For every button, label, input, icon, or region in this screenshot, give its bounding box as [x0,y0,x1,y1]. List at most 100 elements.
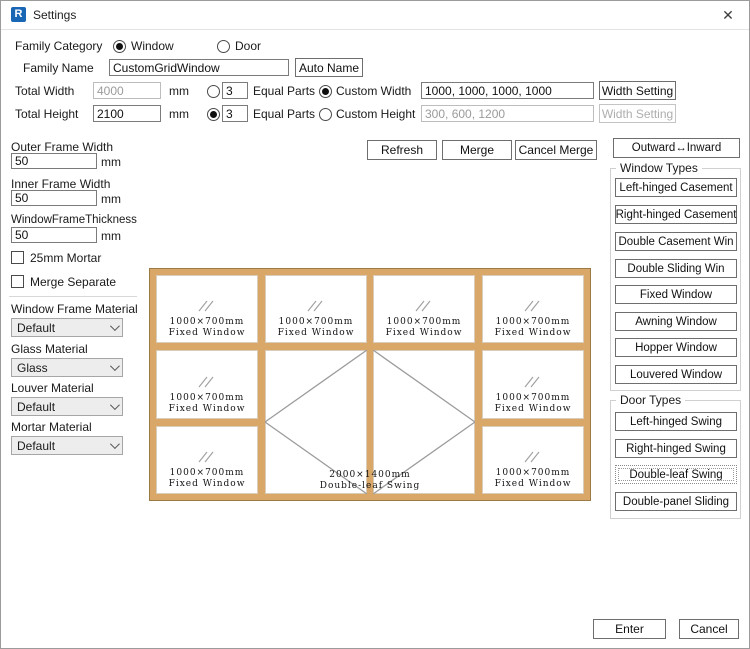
window-type-double-casement-button[interactable]: Double Casement Win [615,232,737,251]
refresh-button[interactable]: Refresh [367,140,437,160]
custom-height-input [421,105,594,122]
glass-hatch-icon [522,299,544,313]
cell-type-label: Fixed Window [495,328,572,339]
cell-type-label: Fixed Window [278,328,355,339]
window-type-fixed-window-button[interactable]: Fixed Window [615,285,737,304]
canvas-cell-fixed-window[interactable]: 1000×700mm Fixed Window [373,275,475,343]
window-types-label: Window Types [616,161,702,175]
width-setting-button[interactable]: Width Setting [599,81,676,100]
total-width-input [93,82,161,99]
door-types-label: Door Types [616,393,685,407]
chevron-down-icon [110,439,120,449]
left-panel-separator [9,296,137,297]
cell-size-label: 1000×700mm [496,393,571,404]
width-equal-parts-input[interactable] [222,82,248,99]
family-name-input[interactable] [109,59,289,76]
canvas-cell-door-leaf-left[interactable] [265,350,367,494]
mortar-material-label: Mortar Material [11,420,92,434]
cell-type-label: Fixed Window [169,404,246,415]
total-height-unit-label: mm [169,107,189,121]
mortar-checkbox[interactable] [11,251,24,264]
window-frame-material-label: Window Frame Material [11,302,138,316]
cell-size-label: 1000×700mm [170,393,245,404]
window-frame-thickness-unit: mm [101,229,121,243]
louver-material-select[interactable]: Default [11,397,123,416]
glass-hatch-icon [196,450,218,464]
outer-frame-width-unit: mm [101,155,121,169]
cell-size-label: 1000×700mm [279,317,354,328]
merge-separate-checkbox[interactable] [11,275,24,288]
custom-height-label[interactable]: Custom Height [336,107,415,121]
cell-type-label: Fixed Window [495,404,572,415]
family-category-window-radio[interactable] [113,40,126,53]
inner-frame-width-unit: mm [101,192,121,206]
window-grid-canvas[interactable]: 1000×700mm Fixed Window 1000×700mm Fixed… [149,268,591,501]
canvas-cell-fixed-window[interactable]: 1000×700mm Fixed Window [482,426,584,494]
canvas-cell-door-leaf-right[interactable] [373,350,475,494]
window-type-right-hinged-casement-button[interactable]: Right-hinged Casement [615,205,737,224]
family-category-window-label[interactable]: Window [131,39,174,53]
canvas-cell-fixed-window[interactable]: 1000×700mm Fixed Window [156,275,258,343]
custom-width-radio[interactable] [319,85,332,98]
close-icon[interactable]: ✕ [713,5,743,26]
canvas-cell-fixed-window[interactable]: 1000×700mm Fixed Window [482,275,584,343]
outer-frame-width-input[interactable] [11,153,97,169]
louver-material-label: Louver Material [11,381,94,395]
chevron-down-icon [110,361,120,371]
height-equal-parts-radio[interactable] [207,108,220,121]
door-swing-icon [373,350,475,494]
glass-hatch-icon [522,450,544,464]
glass-hatch-icon [196,299,218,313]
glass-hatch-icon [196,375,218,389]
total-width-label: Total Width [15,84,74,98]
window-type-double-sliding-button[interactable]: Double Sliding Win [615,259,737,278]
door-type-left-hinged-swing-button[interactable]: Left-hinged Swing [615,412,737,431]
louver-material-value: Default [17,400,55,414]
merge-button[interactable]: Merge [442,140,512,160]
cell-type-label: Fixed Window [169,479,246,490]
family-category-door-radio[interactable] [217,40,230,53]
glass-material-select[interactable]: Glass [11,358,123,377]
canvas-cell-fixed-window[interactable]: 1000×700mm Fixed Window [482,350,584,419]
cancel-button[interactable]: Cancel [679,619,739,639]
cell-size-label: 1000×700mm [496,468,571,479]
width-equal-parts-label: Equal Parts [253,84,315,98]
canvas-cell-fixed-window[interactable]: 1000×700mm Fixed Window [265,275,367,343]
cancel-merge-button[interactable]: Cancel Merge [515,140,597,160]
auto-name-button[interactable]: Auto Name [295,58,363,77]
window-frame-thickness-input[interactable] [11,227,97,243]
outward-inward-toggle-button[interactable]: Outward↔Inward [613,138,740,158]
canvas-cell-fixed-window[interactable]: 1000×700mm Fixed Window [156,426,258,494]
height-equal-parts-input[interactable] [222,105,248,122]
door-type-double-leaf-swing-button[interactable]: Double-leaf Swing [615,465,737,484]
outer-frame-width-label: Outer Frame Width [11,140,113,154]
door-type-double-panel-sliding-button[interactable]: Double-panel Sliding [615,492,737,511]
cell-size-label: 1000×700mm [496,317,571,328]
glass-hatch-icon [413,299,435,313]
total-width-unit-label: mm [169,84,189,98]
family-category-label: Family Category [15,39,102,53]
window-frame-material-select[interactable]: Default [11,318,123,337]
inner-frame-width-input[interactable] [11,190,97,206]
window-type-awning-window-button[interactable]: Awning Window [615,312,737,331]
door-type-right-hinged-swing-button[interactable]: Right-hinged Swing [615,439,737,458]
family-name-label: Family Name [23,61,94,75]
family-category-door-label[interactable]: Door [235,39,261,53]
window-title: Settings [33,8,76,22]
custom-height-radio[interactable] [319,108,332,121]
custom-width-input[interactable] [421,82,594,99]
cell-size-label: 1000×700mm [170,468,245,479]
window-type-left-hinged-casement-button[interactable]: Left-hinged Casement [615,178,737,197]
glass-hatch-icon [305,299,327,313]
mortar-checkbox-label[interactable]: 25mm Mortar [30,251,101,265]
window-type-hopper-window-button[interactable]: Hopper Window [615,338,737,357]
enter-button[interactable]: Enter [593,619,666,639]
total-height-input[interactable] [93,105,161,122]
canvas-cell-fixed-window[interactable]: 1000×700mm Fixed Window [156,350,258,419]
custom-width-label[interactable]: Custom Width [336,84,411,98]
mortar-material-select[interactable]: Default [11,436,123,455]
merge-separate-checkbox-label[interactable]: Merge Separate [30,275,116,289]
window-type-louvered-window-button[interactable]: Louvered Window [615,365,737,384]
window-frame-material-value: Default [17,321,55,335]
width-equal-parts-radio[interactable] [207,85,220,98]
